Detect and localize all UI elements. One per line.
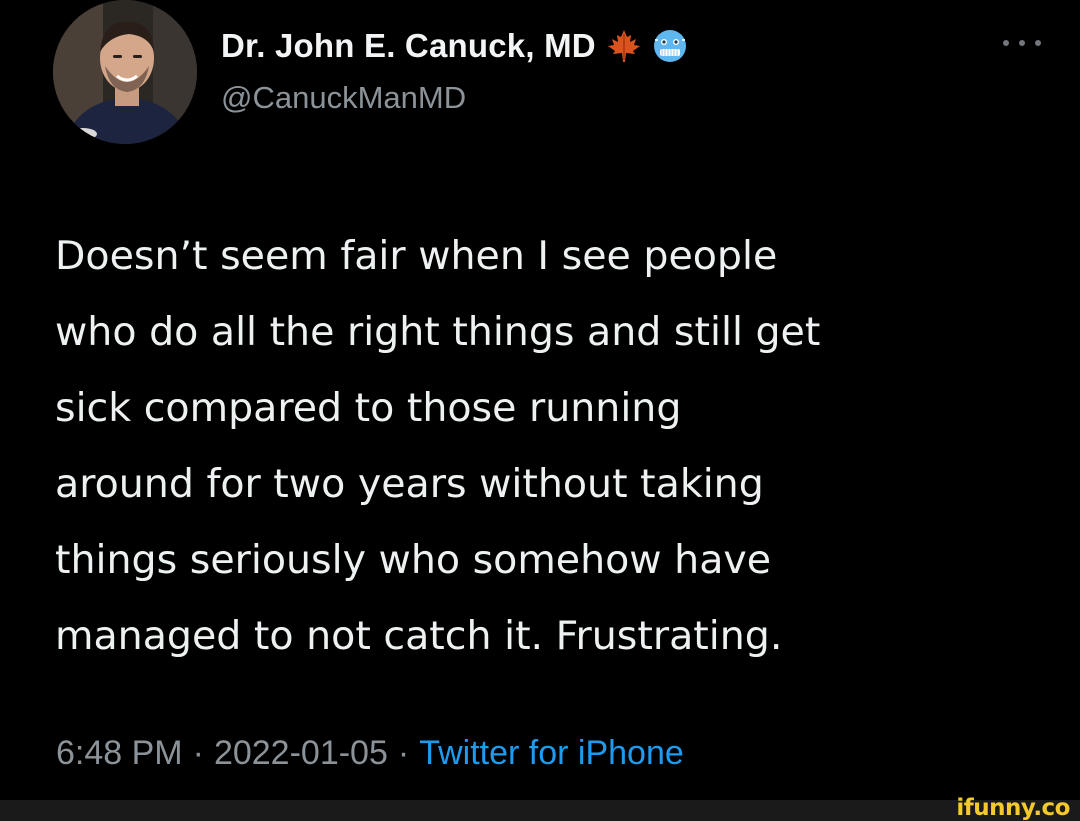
- display-name[interactable]: Dr. John E. Canuck, MD: [221, 27, 596, 65]
- more-dot: [1003, 40, 1009, 46]
- tweet-text-line: things seriously who somehow have: [55, 537, 772, 583]
- profile-photo-icon: [53, 0, 197, 144]
- maple-leaf-icon: [607, 30, 640, 62]
- tweet-text-line: around for two years without taking: [55, 461, 764, 507]
- meta-separator: ·: [397, 734, 410, 772]
- tweet-text-line: sick compared to those running: [55, 385, 682, 431]
- avatar[interactable]: [53, 0, 197, 144]
- tweet-time[interactable]: 6:48 PM: [56, 734, 183, 773]
- watermark-bar: [0, 800, 1080, 821]
- tweet-text: Doesn’t seem fair when I see people who …: [55, 218, 1055, 674]
- tweet-date[interactable]: 2022-01-05: [214, 734, 388, 773]
- tweet-text-line: who do all the right things and still ge…: [55, 309, 821, 355]
- more-options-icon[interactable]: [1003, 36, 1041, 50]
- name-row: Dr. John E. Canuck, MD: [221, 24, 688, 68]
- user-handle[interactable]: @CanuckManMD: [221, 80, 466, 116]
- more-dot: [1019, 40, 1025, 46]
- ifunny-watermark: ifunny.co: [956, 795, 1070, 821]
- tweet-text-line: Doesn’t seem fair when I see people: [55, 233, 778, 279]
- tweet-text-line: managed to not catch it. Frustrating.: [55, 613, 783, 659]
- tweet-card: Dr. John E. Canuck, MD @CanuckManMD Does…: [0, 0, 1080, 800]
- cold-face-icon: [653, 30, 686, 62]
- tweet-meta: 6:48 PM · 2022-01-05 · Twitter for iPhon…: [56, 734, 684, 773]
- more-dot: [1035, 40, 1041, 46]
- tweet-source-link[interactable]: Twitter for iPhone: [419, 734, 684, 773]
- meta-separator: ·: [192, 734, 204, 772]
